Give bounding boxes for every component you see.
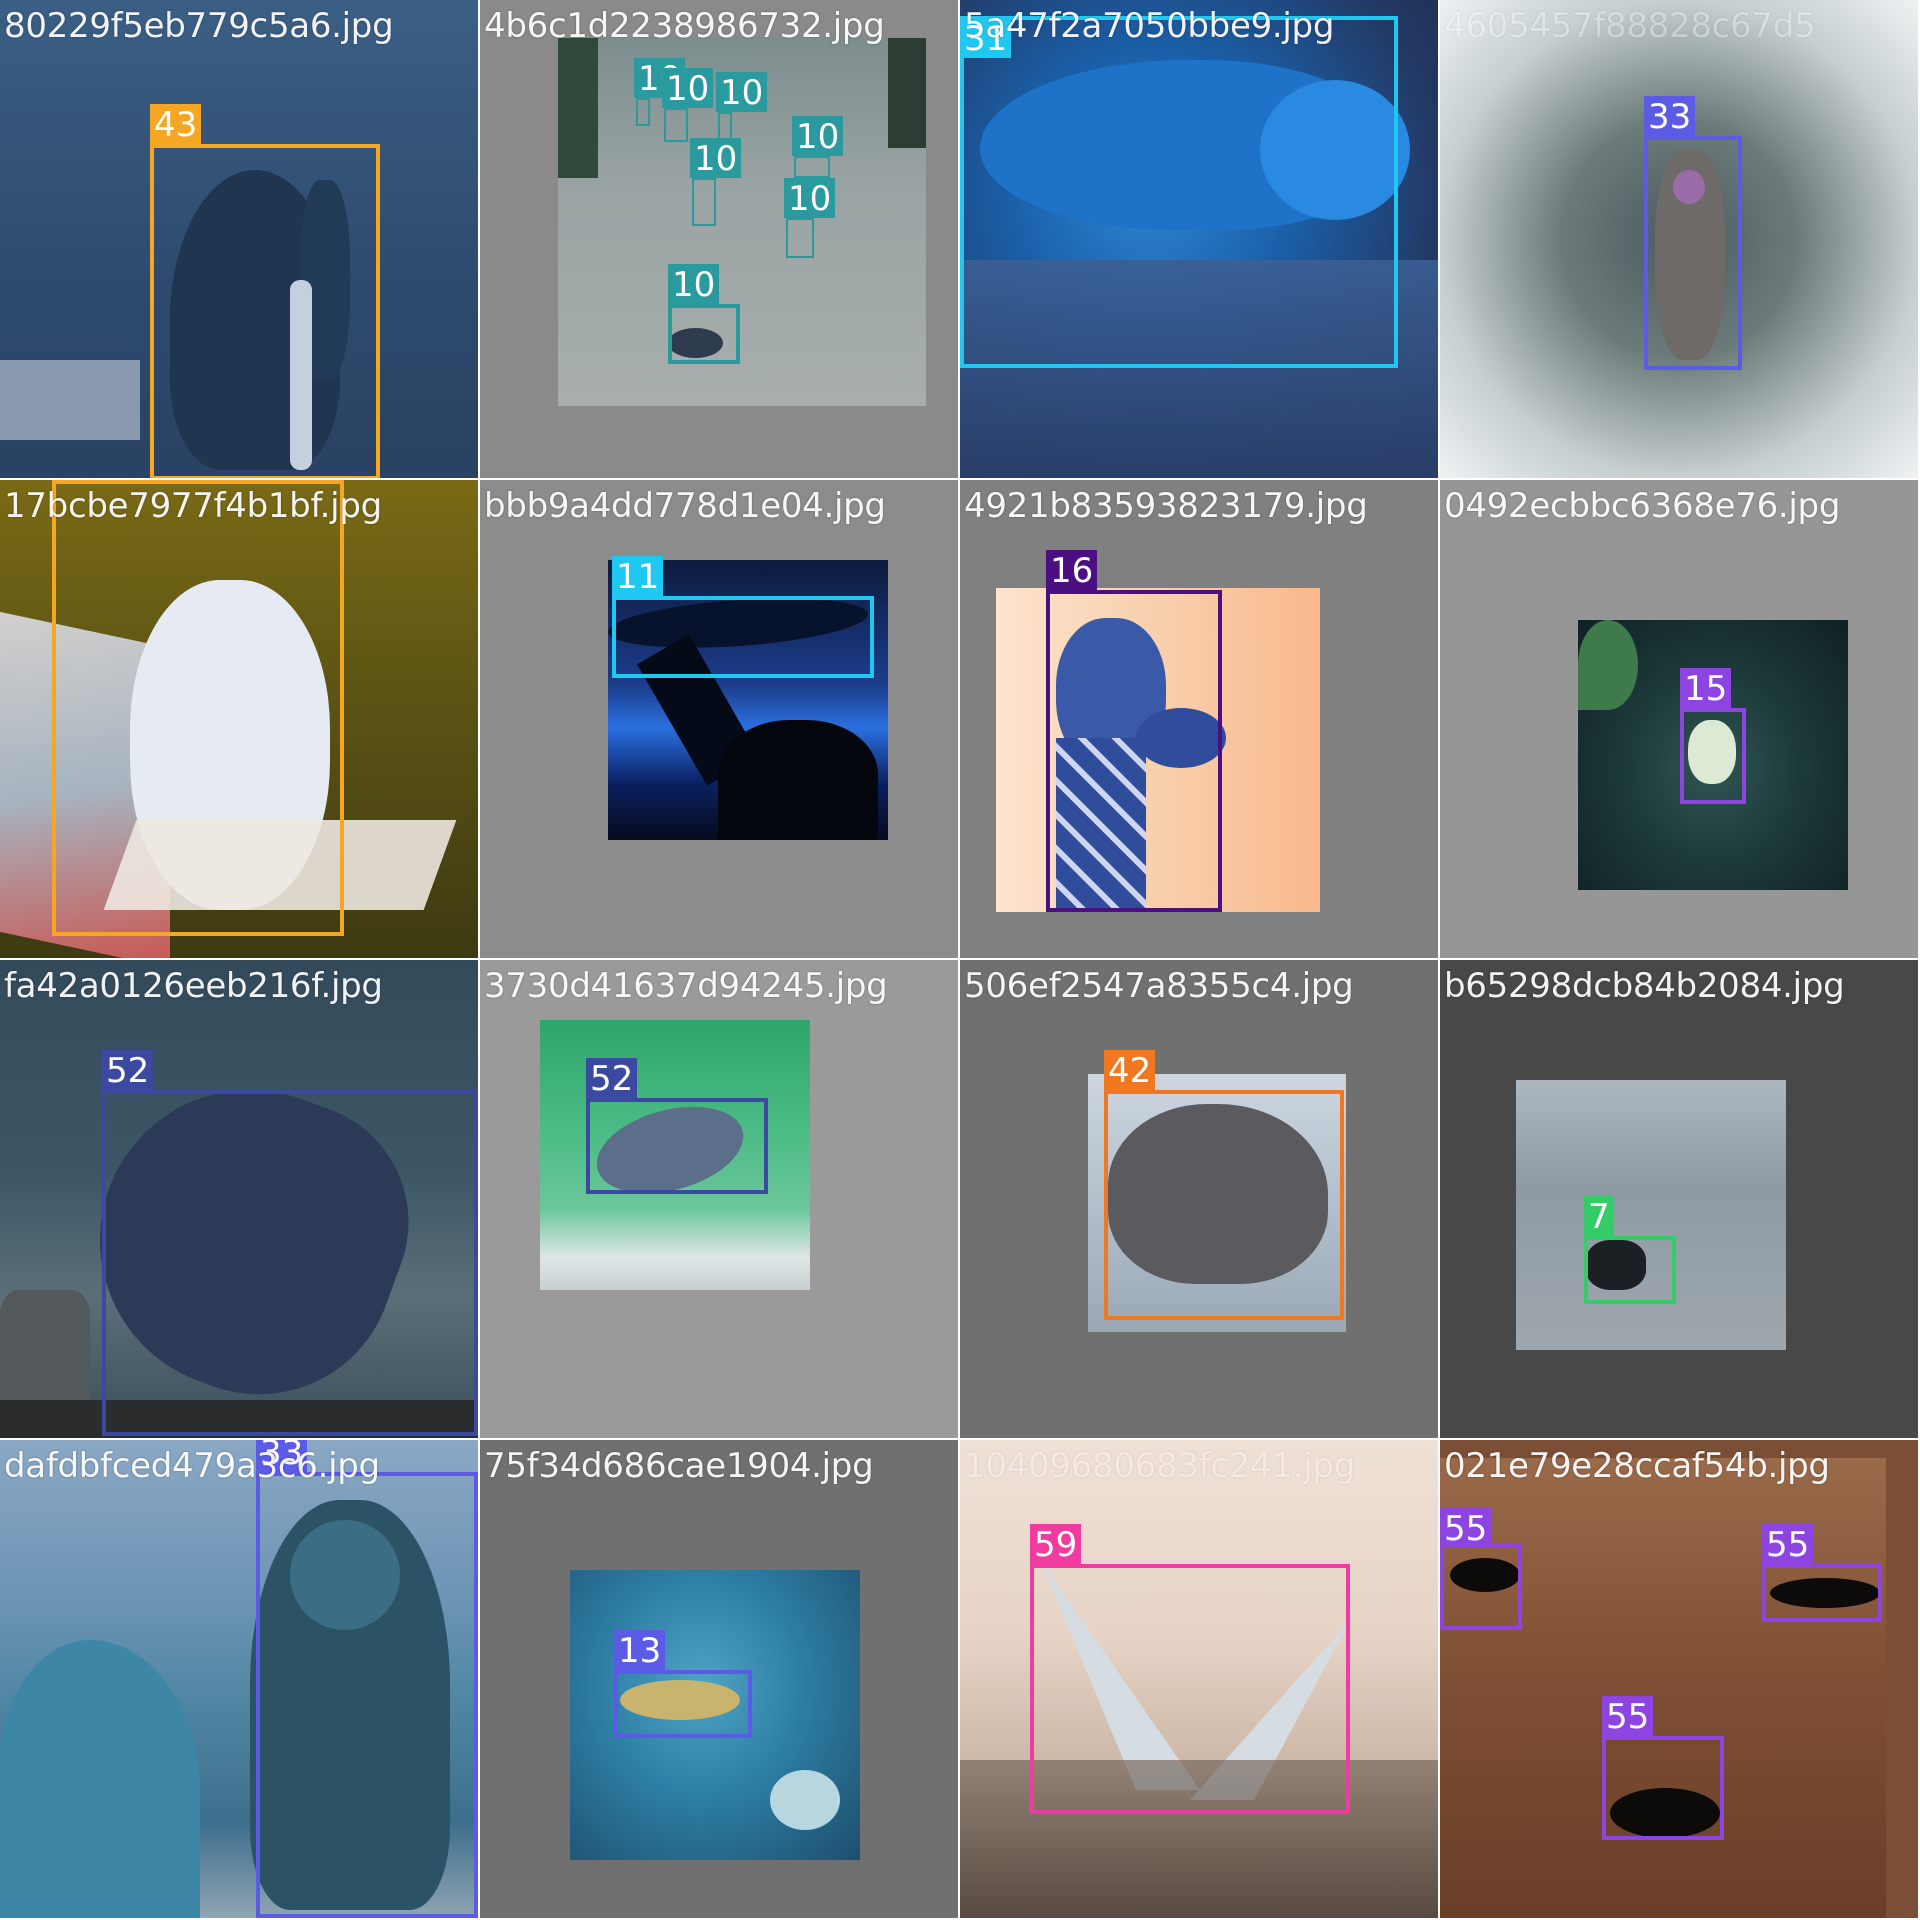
mosaic-tile[interactable]: 506ef2547a8355c4.jpg 42 (960, 960, 1438, 1438)
image-mosaic: 80229f5eb779c5a6.jpg 43 4b6c1d2238986732… (0, 0, 1920, 1920)
detection-box: 33 (1644, 96, 1742, 370)
mosaic-tile[interactable]: 17bcbe7977f4b1bf.jpg 43 (0, 480, 478, 958)
mosaic-tile[interactable]: b65298dcb84b2084.jpg 7 (1440, 960, 1918, 1438)
detection-box: 10 (784, 178, 836, 258)
mosaic-tile[interactable]: 80229f5eb779c5a6.jpg 43 (0, 0, 478, 478)
detection-box: 33 (256, 1440, 478, 1918)
detection-box: 16 (1046, 550, 1222, 912)
detection-box: 55 (1440, 1508, 1522, 1630)
tile-filename: 3730d41637d94245.jpg (484, 966, 888, 1006)
tile-filename: 506ef2547a8355c4.jpg (964, 966, 1354, 1006)
class-label: 55 (1762, 1524, 1814, 1565)
tile-photo (1516, 1080, 1786, 1350)
detection-box: 13 (614, 1630, 752, 1738)
detection-box: 43 (52, 480, 344, 936)
detection-box: 55 (1602, 1696, 1724, 1840)
detection-box: 10 (690, 138, 742, 226)
mosaic-tile[interactable]: bbb9a4dd778d1e04.jpg 11 (480, 480, 958, 958)
mosaic-tile[interactable]: 3730d41637d94245.jpg 52 (480, 960, 958, 1438)
detection-box: 52 (586, 1058, 768, 1194)
detection-box: 31 (960, 16, 1398, 368)
mosaic-tile[interactable]: 021e79e28ccaf54b.jpg 55 55 55 (1440, 1440, 1918, 1918)
mosaic-tile[interactable]: fa42a0126eeb216f.jpg 52 (0, 960, 478, 1438)
detection-box: 42 (1104, 1050, 1344, 1320)
class-label: 10 (784, 178, 836, 219)
detection-box: 43 (150, 104, 380, 478)
class-label: 52 (102, 1050, 154, 1091)
class-label: 10 (690, 138, 742, 179)
class-label: 11 (612, 556, 664, 597)
tile-filename: 021e79e28ccaf54b.jpg (1444, 1446, 1830, 1486)
class-label: 16 (1046, 550, 1098, 591)
tile-filename: 75f34d686cae1904.jpg (484, 1446, 874, 1486)
tile-filename: 10409680683fc241.jpg (964, 1446, 1355, 1486)
mosaic-tile[interactable]: 0492ecbbc6368e76.jpg 15 (1440, 480, 1918, 958)
class-label: 33 (1644, 96, 1696, 137)
class-label: 10 (792, 116, 844, 157)
tile-filename: 4605457f88828c67d5 (1444, 6, 1816, 46)
class-label: 7 (1584, 1196, 1614, 1237)
detection-box: 55 (1762, 1524, 1882, 1622)
tile-filename: fa42a0126eeb216f.jpg (4, 966, 383, 1006)
mosaic-tile[interactable]: 4b6c1d2238986732.jpg 10 10 10 10 10 10 1… (480, 0, 958, 478)
tile-filename: 4921b83593823179.jpg (964, 486, 1368, 526)
tile-filename: 17bcbe7977f4b1bf.jpg (4, 486, 382, 526)
class-label: 55 (1440, 1508, 1492, 1549)
detection-box: 11 (612, 556, 874, 678)
class-label: 10 (716, 72, 768, 113)
detection-box: 10 (792, 116, 844, 178)
tile-filename: b65298dcb84b2084.jpg (1444, 966, 1845, 1006)
tile-filename: dafdbfced479a3c6.jpg (4, 1446, 380, 1486)
class-label: 59 (1030, 1524, 1082, 1565)
class-label: 15 (1680, 668, 1732, 709)
detection-box: 52 (102, 1050, 478, 1436)
tile-filename: 80229f5eb779c5a6.jpg (4, 6, 394, 46)
class-label: 42 (1104, 1050, 1156, 1091)
class-label: 13 (614, 1630, 666, 1671)
class-label: 10 (668, 264, 720, 305)
mosaic-tile[interactable]: 4921b83593823179.jpg 16 (960, 480, 1438, 958)
detection-box: 10 (662, 68, 714, 142)
mosaic-tile[interactable]: 10409680683fc241.jpg 59 (960, 1440, 1438, 1918)
tile-photo (1440, 1458, 1886, 1918)
tile-filename: 0492ecbbc6368e76.jpg (1444, 486, 1841, 526)
detection-box: 59 (1030, 1524, 1350, 1814)
tile-filename: 4b6c1d2238986732.jpg (484, 6, 885, 46)
mosaic-tile[interactable]: 4605457f88828c67d5 33 (1440, 0, 1918, 478)
tile-filename: bbb9a4dd778d1e04.jpg (484, 486, 886, 526)
class-label: 52 (586, 1058, 638, 1099)
detection-box: 10 (634, 58, 686, 126)
tile-filename: 5a47f2a7050bbe9.jpg (964, 6, 1335, 46)
mosaic-tile[interactable]: 5a47f2a7050bbe9.jpg 31 (960, 0, 1438, 478)
class-label: 43 (150, 104, 202, 145)
mosaic-tile[interactable]: 75f34d686cae1904.jpg 13 (480, 1440, 958, 1918)
detection-box: 10 (668, 264, 740, 364)
mosaic-tile[interactable]: dafdbfced479a3c6.jpg 33 (0, 1440, 478, 1918)
class-label: 10 (662, 68, 714, 109)
class-label: 55 (1602, 1696, 1654, 1737)
detection-box: 7 (1584, 1196, 1676, 1304)
detection-box: 15 (1680, 668, 1746, 804)
